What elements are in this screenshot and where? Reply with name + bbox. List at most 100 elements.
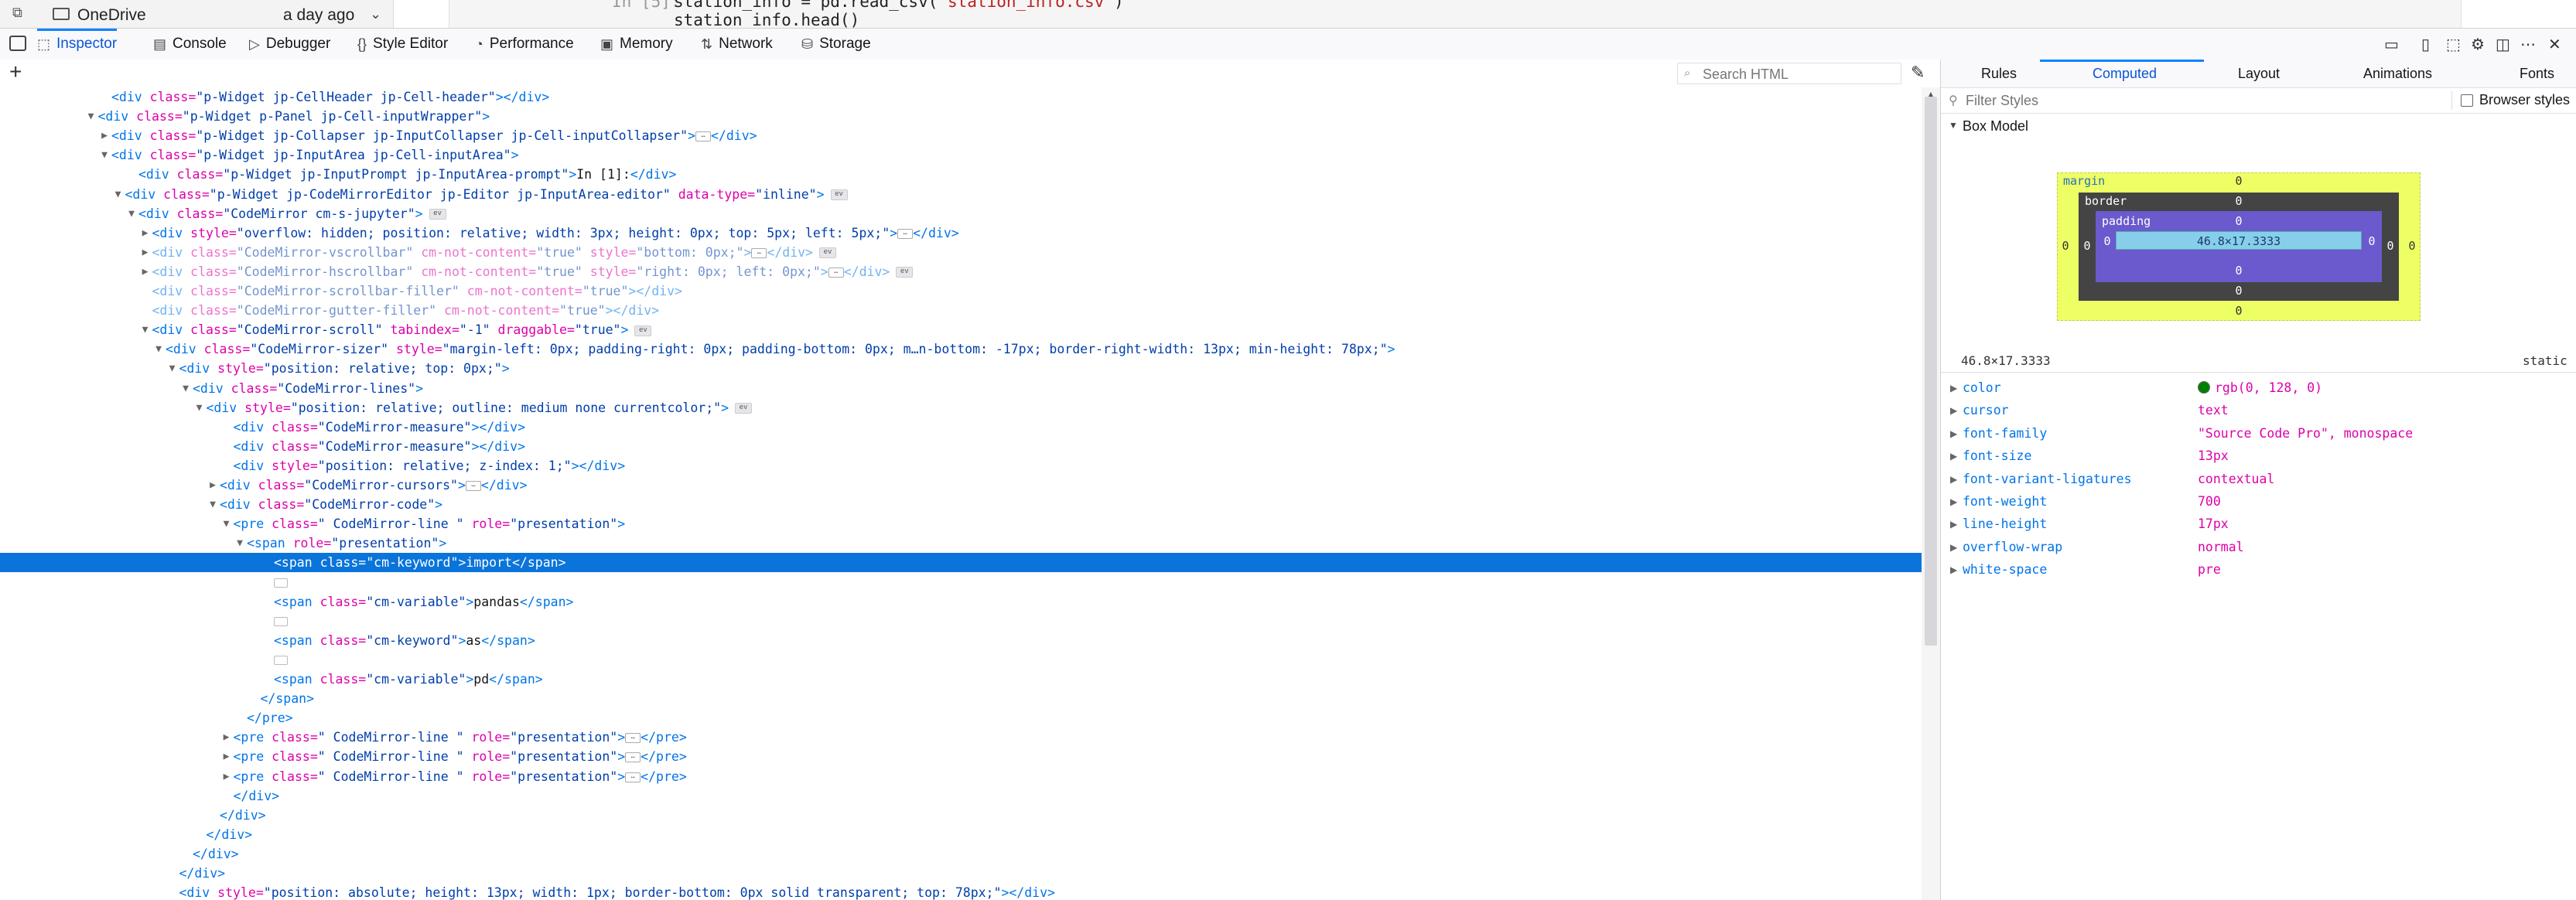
- screenshot-icon[interactable]: ⬚: [2446, 35, 2461, 54]
- file-name[interactable]: OneDrive: [77, 6, 146, 25]
- markup-node[interactable]: ▼ <div class="p-Widget jp-InputArea jp-Ce…: [0, 145, 1922, 165]
- computed-property-row[interactable]: ▶ overflow-wrap normal: [1941, 537, 2576, 560]
- markup-node[interactable]: ▼ <div class="CodeMirror-sizer" style="ma…: [0, 339, 1922, 359]
- sidebar-toggle-icon[interactable]: ◫: [2496, 35, 2510, 54]
- collapse-triangle-icon[interactable]: ▼: [153, 339, 164, 359]
- tab-network[interactable]: ⇅ Network: [701, 29, 773, 60]
- markup-node[interactable]: ▼ <div class="CodeMirror-lines">: [0, 379, 1922, 398]
- expand-triangle-icon[interactable]: ▶: [1950, 474, 1957, 485]
- markup-node[interactable]: ▼ <div style="position: relative; outline…: [0, 398, 1922, 418]
- markup-node[interactable]: <div class="p-Widget jp-CellHeader jp-Ce…: [0, 87, 1922, 107]
- tab-animations[interactable]: Animations: [2363, 66, 2432, 82]
- element-picker-icon[interactable]: [9, 36, 26, 51]
- search-html-box[interactable]: ⌕: [1677, 63, 1901, 84]
- filter-styles-input[interactable]: [1964, 91, 2400, 110]
- border-bottom-value[interactable]: 0: [2227, 284, 2250, 298]
- markup-node-selected[interactable]: <span class="cm-keyword">import</span>: [0, 553, 1922, 573]
- collapse-triangle-icon[interactable]: ▼: [207, 495, 218, 514]
- expand-triangle-icon[interactable]: ▶: [1950, 405, 1957, 416]
- markup-scrollbar[interactable]: ▲: [1922, 87, 1940, 900]
- event-badge[interactable]: ev: [896, 267, 914, 278]
- markup-node[interactable]: <div class="p-Widget jp-InputPrompt jp-I…: [0, 165, 1922, 184]
- markup-node[interactable]: </div>: [0, 825, 1922, 844]
- computed-property-row[interactable]: ▶ font-family "Source Code Pro", monospace: [1941, 424, 2576, 446]
- tab-computed[interactable]: Computed: [2093, 66, 2157, 82]
- computed-property-row[interactable]: ▶ font-variant-ligatures contextual: [1941, 469, 2576, 492]
- event-badge[interactable]: ev: [634, 325, 652, 336]
- expand-triangle-icon[interactable]: ▶: [140, 223, 151, 243]
- markup-node[interactable]: <div class="CodeMirror-gutter-filler" cm…: [0, 301, 1922, 320]
- markup-node[interactable]: ▶ <div class="CodeMirror-vscrollbar" cm-n…: [0, 243, 1922, 262]
- margin-right-value[interactable]: 0: [2400, 239, 2424, 253]
- expand-triangle-icon[interactable]: ▶: [207, 476, 218, 495]
- responsive-design-icon[interactable]: ▯: [2421, 35, 2430, 54]
- expand-triangle-icon[interactable]: ▶: [1950, 451, 1957, 462]
- scrollbar-thumb[interactable]: [1925, 97, 1937, 646]
- collapse-triangle-icon[interactable]: ▼: [167, 359, 178, 378]
- padding-right-value[interactable]: 0: [2360, 234, 2383, 248]
- markup-node[interactable]: ▶ <pre class=" CodeMirror-line " role="pr…: [0, 747, 1922, 766]
- expand-triangle-icon[interactable]: ▶: [221, 747, 232, 766]
- expand-triangle-icon[interactable]: ▶: [140, 243, 151, 262]
- collapse-triangle-icon[interactable]: ▼: [99, 145, 110, 165]
- collapse-triangle-icon[interactable]: ▼: [86, 107, 97, 126]
- expand-triangle-icon[interactable]: ▶: [1950, 496, 1957, 507]
- markup-node[interactable]: ▶ <div class="p-Widget jp-Collapser jp-In…: [0, 126, 1922, 145]
- padding-bottom-value[interactable]: 0: [2227, 264, 2250, 278]
- tab-inspector[interactable]: ⬚ Inspector: [37, 29, 118, 60]
- markup-node[interactable]: ▶ <div class="CodeMirror-cursors">… </div>: [0, 476, 1922, 495]
- collapsed-children-icon[interactable]: …: [625, 752, 641, 763]
- padding-top-value[interactable]: 0: [2227, 214, 2250, 228]
- puzzle-icon[interactable]: ⧉: [12, 5, 22, 21]
- dock-options-icon[interactable]: ▭: [2384, 35, 2399, 54]
- margin-bottom-value[interactable]: 0: [2227, 304, 2250, 318]
- tab-performance[interactable]: ◔ Performance: [475, 29, 574, 60]
- markup-node[interactable]: ▼ <pre class=" CodeMirror-line " role="pr…: [0, 514, 1922, 534]
- markup-node[interactable]: [0, 650, 1922, 670]
- event-badge[interactable]: ev: [735, 403, 753, 414]
- margin-left-value[interactable]: 0: [2054, 239, 2077, 253]
- expand-triangle-icon[interactable]: ▶: [1950, 542, 1957, 553]
- expand-triangle-icon[interactable]: ▶: [221, 767, 232, 786]
- markup-node[interactable]: <div class="CodeMirror-scrollbar-filler"…: [0, 281, 1922, 301]
- margin-top-value[interactable]: 0: [2227, 174, 2250, 188]
- border-top-value[interactable]: 0: [2227, 194, 2250, 208]
- collapsed-children-icon[interactable]: …: [828, 267, 844, 278]
- event-badge[interactable]: ev: [819, 247, 836, 259]
- collapse-triangle-icon[interactable]: ▼: [180, 379, 191, 398]
- markup-node[interactable]: ▶ <div class="CodeMirror-hscrollbar" cm-n…: [0, 262, 1922, 281]
- markup-node[interactable]: [0, 612, 1922, 631]
- collapse-triangle-icon[interactable]: ▼: [221, 514, 232, 534]
- markup-node[interactable]: <span class="cm-variable">pandas</span>: [0, 592, 1922, 612]
- expand-triangle-icon[interactable]: ▶: [1950, 428, 1957, 439]
- markup-node[interactable]: ▼ <span role="presentation">: [0, 534, 1922, 553]
- search-html-input[interactable]: [1701, 65, 1898, 84]
- event-badge[interactable]: ev: [429, 209, 446, 220]
- computed-property-row[interactable]: ▶ white-space pre: [1941, 560, 2576, 582]
- expand-triangle-icon[interactable]: ▶: [99, 126, 110, 145]
- computed-property-row[interactable]: ▶ font-size 13px: [1941, 446, 2576, 469]
- eyedropper-icon[interactable]: ✎: [1911, 63, 1925, 83]
- collapse-triangle-icon[interactable]: ▼: [113, 185, 124, 204]
- collapsed-children-icon[interactable]: …: [695, 131, 711, 142]
- collapse-triangle-icon[interactable]: ▼: [140, 320, 151, 339]
- markup-node[interactable]: ▶ <pre class=" CodeMirror-line " role="pr…: [0, 767, 1922, 786]
- collapse-triangle-icon[interactable]: ▼: [126, 204, 137, 223]
- markup-node[interactable]: ▼ <div style="position: relative; top: 0p…: [0, 359, 1922, 378]
- collapsed-children-icon[interactable]: …: [625, 733, 641, 744]
- expand-triangle-icon[interactable]: ▶: [1950, 383, 1957, 394]
- browser-styles-checkbox[interactable]: [2461, 94, 2473, 107]
- chevron-down-icon[interactable]: ⌄: [370, 6, 381, 22]
- collapse-triangle-icon[interactable]: ▼: [194, 398, 205, 418]
- markup-node[interactable]: ▼ <div class="CodeMirror-code">: [0, 495, 1922, 514]
- markup-node[interactable]: ▶ <pre class=" CodeMirror-line " role="pr…: [0, 728, 1922, 747]
- markup-node[interactable]: <div style="position: absolute; height: …: [0, 883, 1922, 900]
- markup-node[interactable]: </span>: [0, 689, 1922, 708]
- collapsed-children-icon[interactable]: …: [751, 247, 767, 258]
- markup-node[interactable]: ▼ <div class="p-Widget jp-CodeMirrorEdito…: [0, 185, 1922, 204]
- box-model-header[interactable]: ▼ Box Model: [1941, 115, 2576, 137]
- markup-node[interactable]: ▶ <div style="overflow: hidden; position:…: [0, 223, 1922, 243]
- add-node-icon[interactable]: +: [9, 60, 22, 84]
- markup-node[interactable]: </pre>: [0, 708, 1922, 728]
- tab-layout[interactable]: Layout: [2238, 66, 2280, 82]
